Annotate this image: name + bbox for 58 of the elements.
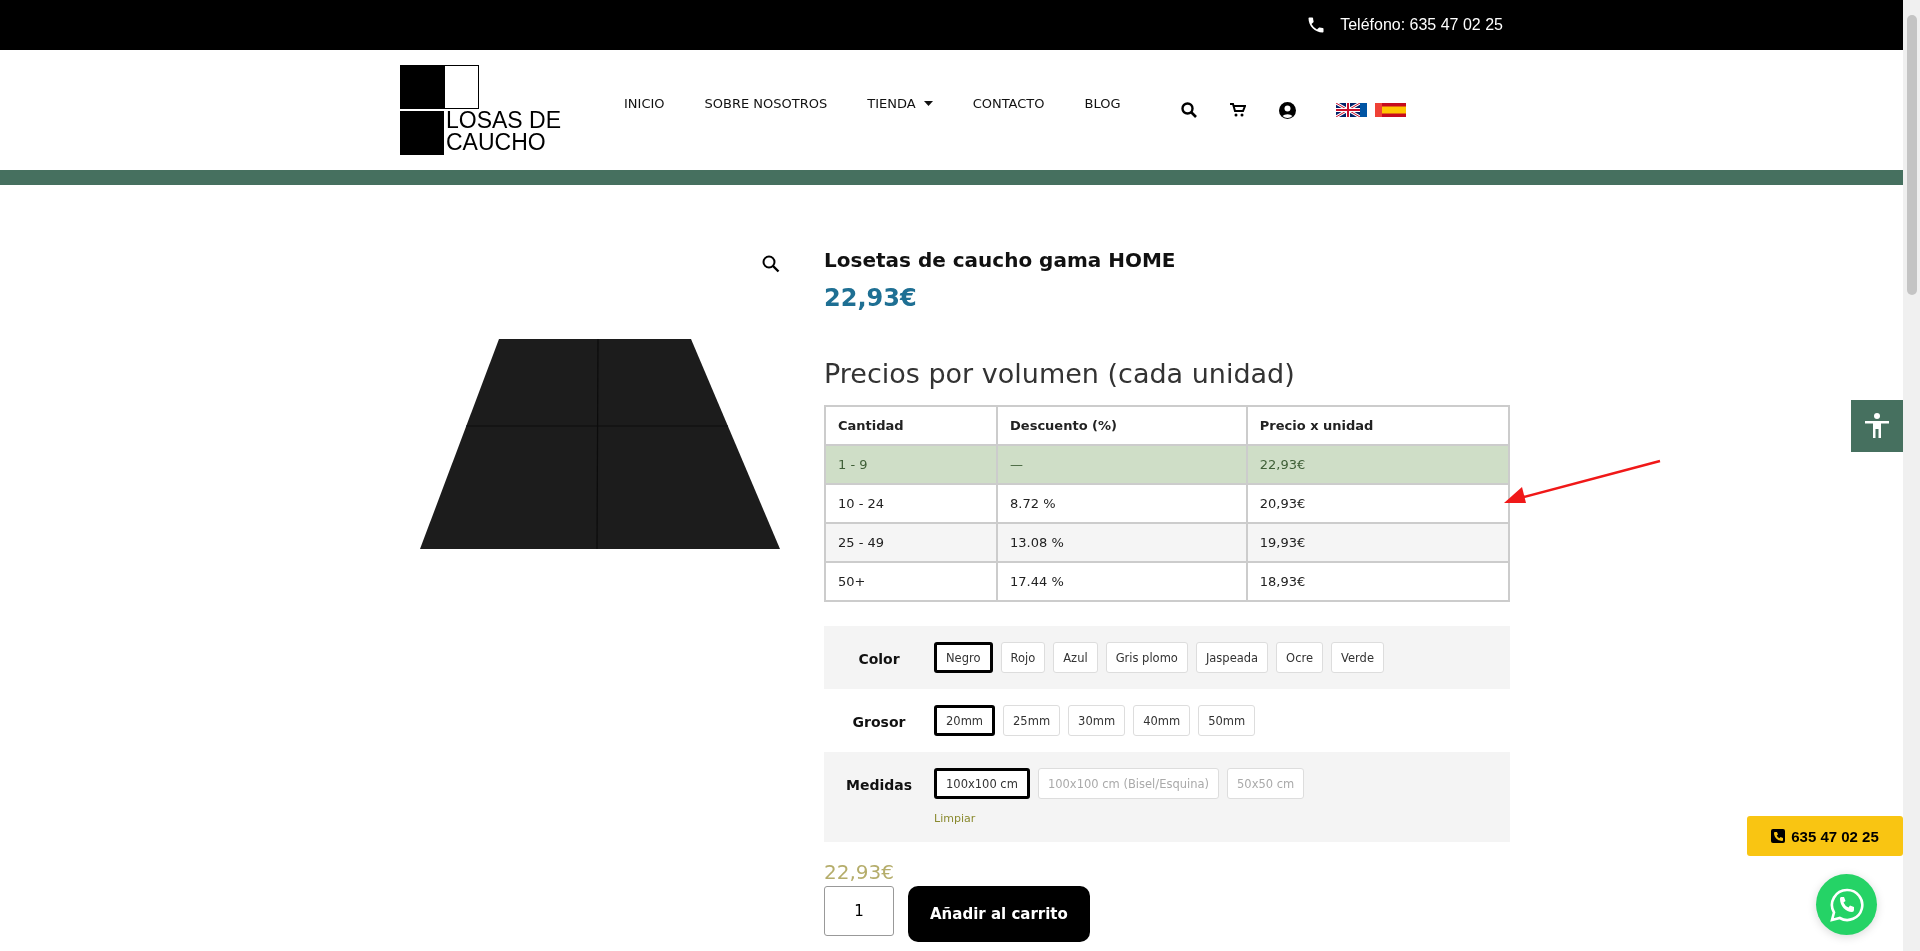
- option-swatch[interactable]: 40mm: [1133, 705, 1191, 736]
- option-swatch[interactable]: Negro: [934, 642, 993, 673]
- option-swatch[interactable]: Jaspeada: [1195, 642, 1269, 673]
- search-icon[interactable]: [1180, 102, 1197, 118]
- cart-icon[interactable]: [1229, 103, 1246, 117]
- product-price: 22,93€: [824, 284, 918, 312]
- column-header: Precio x unidad: [1246, 406, 1509, 445]
- nav-link[interactable]: TIENDA: [867, 95, 933, 111]
- attribute-label: Color: [858, 651, 900, 667]
- caret-icon: [923, 100, 933, 106]
- option-swatch[interactable]: Verde: [1331, 642, 1384, 673]
- column-header: Cantidad: [825, 406, 998, 445]
- table-cell: —: [997, 445, 1247, 484]
- option-swatch[interactable]: 30mm: [1068, 705, 1126, 736]
- spain-flag-icon[interactable]: [1381, 103, 1406, 117]
- table-cell: 22,93€: [1246, 445, 1509, 484]
- table-cell: 1 - 9: [825, 445, 998, 484]
- option-swatch[interactable]: Rojo: [1000, 642, 1046, 673]
- france-flag-icon[interactable]: [1359, 103, 1382, 117]
- logo-text[interactable]: CAUCHO: [446, 131, 562, 153]
- table-cell: 50+: [825, 562, 998, 601]
- table-cell: 18,93€: [1246, 562, 1509, 601]
- accessibility-icon: [1863, 412, 1891, 440]
- option-swatch[interactable]: Ocre: [1276, 642, 1324, 673]
- phone-icon: [1306, 15, 1327, 35]
- nav-link[interactable]: INICIO: [624, 95, 665, 111]
- column-header: Descuento (%): [997, 406, 1247, 445]
- option-swatch[interactable]: Azul: [1053, 642, 1098, 673]
- call-button[interactable]: 635 47 02 25: [1747, 816, 1903, 856]
- logo-text[interactable]: LOSAS DE: [446, 109, 562, 131]
- rubber-tiles-image[interactable]: [420, 338, 780, 550]
- option-swatch[interactable]: 20mm: [934, 705, 996, 736]
- phone-number[interactable]: Teléfono: 635 47 02 25: [1340, 16, 1503, 34]
- zoom-icon[interactable]: [762, 255, 780, 273]
- option-swatch[interactable]: 25mm: [1003, 705, 1061, 736]
- option-swatch[interactable]: 50mm: [1198, 705, 1256, 736]
- nav-link[interactable]: BLOG: [1084, 95, 1121, 111]
- user-icon[interactable]: [1278, 101, 1296, 119]
- scrollbar[interactable]: [1903, 0, 1920, 951]
- product-title: Losetas de caucho gama HOME: [824, 248, 1177, 272]
- option-swatch[interactable]: 100x100 cm: [934, 768, 1030, 799]
- chat-phone-icon: [1828, 886, 1865, 923]
- attribute-label: Grosor: [852, 714, 906, 730]
- table-cell: 19,93€: [1246, 523, 1509, 562]
- add-to-cart-button[interactable]: Añadir al carrito: [908, 886, 1090, 942]
- quantity-field[interactable]: 1: [824, 886, 894, 936]
- table-cell: 25 - 49: [825, 523, 998, 562]
- attribute-label: Medidas: [845, 777, 913, 793]
- variation-price: 22,93€: [824, 860, 895, 884]
- phone-icon: [1771, 829, 1786, 843]
- table-cell: 13.08 %: [997, 523, 1247, 562]
- nav-link[interactable]: SOBRE NOSOTROS: [704, 95, 828, 111]
- volume-pricing-heading: Precios por volumen (cada unidad): [824, 358, 1296, 389]
- nav-link[interactable]: CONTACTO: [972, 95, 1045, 111]
- option-swatch[interactable]: Gris plomo: [1105, 642, 1188, 673]
- table-cell: 17.44 %: [997, 562, 1247, 601]
- accessibility-button[interactable]: [1851, 400, 1903, 452]
- uk-flag-icon[interactable]: [1335, 103, 1360, 117]
